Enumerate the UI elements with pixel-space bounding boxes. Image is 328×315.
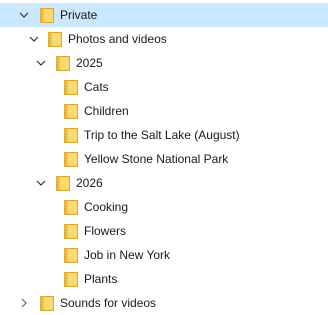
folder-icon — [64, 271, 78, 287]
chevron-down-icon[interactable] — [35, 177, 47, 189]
folder-tree: Private Photos and videos 2025 Cats Chil… — [0, 0, 328, 315]
folder-icon — [64, 79, 78, 95]
tree-item-plants[interactable]: Plants — [0, 267, 328, 291]
tree-item-photos-and-videos[interactable]: Photos and videos — [0, 27, 328, 51]
tree-item-label: Children — [84, 104, 129, 118]
folder-icon — [56, 55, 70, 71]
tree-item-job-new-york[interactable]: Job in New York — [0, 243, 328, 267]
chevron-down-icon[interactable] — [28, 33, 40, 45]
chevron-down-icon[interactable] — [18, 9, 30, 21]
tree-item-cooking[interactable]: Cooking — [0, 195, 328, 219]
tree-item-label: Cooking — [84, 200, 129, 214]
tree-item-trip-salt-lake[interactable]: Trip to the Salt Lake (August) — [0, 123, 328, 147]
tree-item-private[interactable]: Private — [0, 3, 328, 27]
tree-item-cats[interactable]: Cats — [0, 75, 328, 99]
tree-item-label: Private — [60, 8, 98, 22]
folder-icon — [64, 223, 78, 239]
folder-icon — [40, 295, 54, 311]
tree-item-yellow-stone[interactable]: Yellow Stone National Park — [0, 147, 328, 171]
tree-item-2025[interactable]: 2025 — [0, 51, 328, 75]
tree-item-label: Plants — [84, 272, 118, 286]
folder-icon — [64, 127, 78, 143]
tree-item-label: Trip to the Salt Lake (August) — [84, 128, 240, 142]
tree-item-label: 2025 — [76, 56, 103, 70]
folder-icon — [64, 247, 78, 263]
tree-item-children[interactable]: Children — [0, 99, 328, 123]
folder-icon — [48, 31, 62, 47]
tree-item-label: Photos and videos — [68, 32, 167, 46]
tree-item-sounds-for-videos[interactable]: Sounds for videos — [0, 291, 328, 315]
tree-item-label: Job in New York — [84, 248, 171, 262]
folder-icon — [40, 7, 54, 23]
chevron-right-icon[interactable] — [18, 297, 30, 309]
chevron-down-icon[interactable] — [35, 57, 47, 69]
tree-item-label: Sounds for videos — [60, 296, 157, 310]
folder-icon — [64, 103, 78, 119]
tree-item-label: Flowers — [84, 224, 127, 238]
tree-item-label: Yellow Stone National Park — [84, 152, 229, 166]
tree-item-2026[interactable]: 2026 — [0, 171, 328, 195]
tree-item-label: 2026 — [76, 176, 103, 190]
folder-icon — [64, 151, 78, 167]
folder-icon — [64, 199, 78, 215]
tree-item-flowers[interactable]: Flowers — [0, 219, 328, 243]
tree-item-label: Cats — [84, 80, 109, 94]
folder-icon — [56, 175, 70, 191]
